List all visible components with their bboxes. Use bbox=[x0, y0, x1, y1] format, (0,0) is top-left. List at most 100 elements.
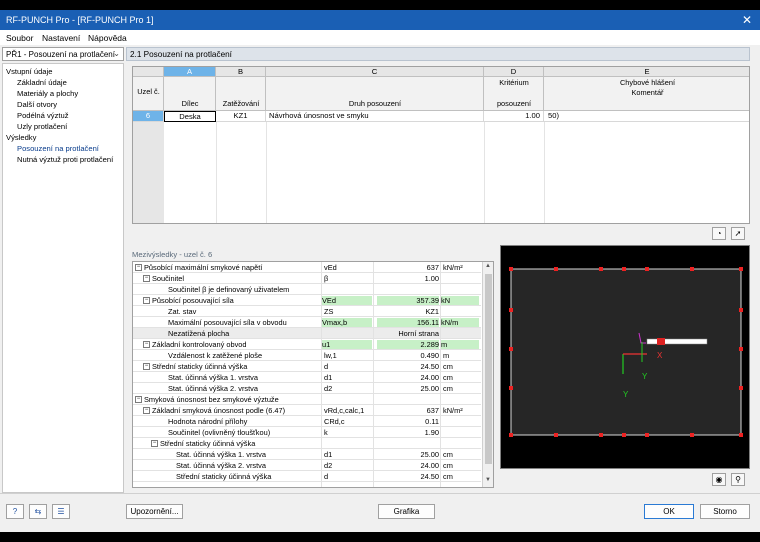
row-criterion[interactable]: 1.00 bbox=[484, 111, 544, 122]
node-label: Uzel č. bbox=[137, 87, 160, 96]
result-row[interactable]: Součinitel (ovlivněný tloušťkou) k 1.90 bbox=[133, 427, 481, 438]
result-unit: cm bbox=[443, 373, 453, 382]
scroll-down-icon[interactable]: ▼ bbox=[485, 477, 491, 483]
result-label: Střední staticky účinná výška bbox=[176, 472, 272, 481]
row-node[interactable]: 6 bbox=[133, 111, 164, 122]
collapse-icon[interactable]: − bbox=[143, 275, 150, 282]
case-selector[interactable]: PŘ1 - Posouzení na protlačení ⌄ bbox=[2, 47, 124, 61]
ok-button[interactable]: OK bbox=[644, 504, 694, 519]
tree-item-materials[interactable]: Materiály a plochy bbox=[17, 89, 78, 98]
tree-item-punching[interactable]: Posouzení na protlačení bbox=[17, 144, 99, 153]
collapse-icon[interactable]: − bbox=[143, 297, 150, 304]
graphic-view[interactable]: Y X Y bbox=[500, 245, 750, 469]
menu-soubor[interactable]: Soubor bbox=[6, 33, 33, 43]
pointer-icon[interactable]: ➚ bbox=[731, 227, 745, 240]
result-value: 637 bbox=[426, 263, 439, 272]
scrollbar-thumb[interactable] bbox=[485, 274, 492, 464]
result-unit: m bbox=[441, 340, 479, 349]
tree-item-required[interactable]: Nutná výztuž proti protlačení bbox=[17, 155, 113, 164]
close-icon[interactable]: ✕ bbox=[742, 13, 752, 27]
collapse-icon[interactable]: − bbox=[151, 440, 158, 447]
result-value: 25.00 bbox=[420, 450, 440, 459]
result-symbol: k bbox=[324, 428, 328, 437]
result-row[interactable]: Zat. stav ZS KZ1 bbox=[133, 306, 481, 317]
help-icon[interactable]: ? bbox=[6, 504, 24, 519]
result-row[interactable]: − Smyková únosnost bez smykové výztuže bbox=[133, 394, 481, 405]
tree-item-input[interactable]: Vstupní údaje bbox=[6, 67, 52, 76]
result-label: Stat. účinná výška 2. vrstva bbox=[168, 384, 258, 393]
warnings-button[interactable]: Upozornění... bbox=[126, 504, 183, 519]
result-row[interactable]: − Základní kontrolovaný obvod u1 2.289 m bbox=[133, 339, 481, 350]
row-loading[interactable]: KZ1 bbox=[216, 111, 266, 122]
eye-icon[interactable]: ◉ bbox=[712, 473, 726, 486]
graphics-button[interactable]: Grafika bbox=[378, 504, 435, 519]
result-value: KZ1 bbox=[425, 307, 439, 316]
result-row[interactable]: Součinitel β je definovaný uživatelem bbox=[133, 284, 481, 295]
result-unit: cm bbox=[443, 461, 453, 470]
result-label: Stat. účinná výška 2. vrstva bbox=[176, 461, 266, 470]
col-header-d[interactable]: D bbox=[484, 67, 544, 77]
tree-item-basic[interactable]: Základní údaje bbox=[17, 78, 67, 87]
tree-item-reinforcement[interactable]: Podélná výztuž bbox=[17, 111, 69, 120]
result-row[interactable]: − Působící posouvající síla VEd 357.39 kN bbox=[133, 295, 481, 306]
axis-label-y2: Y bbox=[642, 372, 648, 381]
scrollbar[interactable]: ▲ ▼ bbox=[482, 262, 493, 487]
result-row[interactable]: Stat. účinná výška 2. vrstva d2 24.00 cm bbox=[133, 460, 481, 471]
result-label: Nezatížená plocha bbox=[168, 329, 230, 338]
row-member[interactable]: Deska bbox=[164, 111, 216, 122]
col-header-e[interactable]: E bbox=[544, 67, 749, 77]
tree-item-results[interactable]: Výsledky bbox=[6, 133, 36, 142]
zoom-icon[interactable]: ⚲ bbox=[731, 473, 745, 486]
result-unit: cm bbox=[443, 384, 453, 393]
row-error[interactable]: 50) bbox=[544, 111, 749, 122]
case-selector-value: PŘ1 - Posouzení na protlačení bbox=[6, 50, 115, 59]
result-row[interactable]: − Střední staticky účinná výška bbox=[133, 438, 481, 449]
collapse-icon[interactable]: − bbox=[143, 341, 150, 348]
collapse-icon[interactable]: − bbox=[143, 363, 150, 370]
criterion-label-1: Kritérium bbox=[499, 78, 529, 87]
result-unit: m bbox=[443, 351, 450, 360]
col-header-a[interactable]: A bbox=[164, 67, 216, 77]
error-label-2: Komentář bbox=[631, 88, 664, 97]
subhdr-c: Druh posouzení bbox=[266, 77, 484, 111]
result-unit: kN/m² bbox=[443, 406, 463, 415]
scroll-up-icon[interactable]: ▲ bbox=[485, 263, 491, 269]
result-label: Působící posouvající síla bbox=[152, 296, 234, 305]
result-value: 24.00 bbox=[420, 373, 440, 382]
result-row[interactable]: Stat. účinná výška 1. vrstva d1 25.00 cm bbox=[133, 449, 481, 460]
result-label: Stat. účinná výška 1. vrstva bbox=[176, 450, 266, 459]
menu-bar: Soubor Nastavení Nápověda bbox=[0, 30, 760, 45]
result-label: Zat. stav bbox=[168, 307, 197, 316]
result-row[interactable]: − Základní smyková únosnost podle (6.47) v… bbox=[133, 405, 481, 416]
row-type[interactable]: Návrhová únosnost ve smyku bbox=[266, 111, 484, 122]
col-header-c[interactable]: C bbox=[266, 67, 484, 77]
col-header-b[interactable]: B bbox=[216, 67, 266, 77]
result-row[interactable]: Stat. účinná výška 2. vrstva d2 25.00 cm bbox=[133, 383, 481, 394]
result-row[interactable]: Vzdálenost k zatěžené ploše lw,1 0.490 m bbox=[133, 350, 481, 361]
result-row[interactable]: Maximální posouvající síla v obvodu Vmax,… bbox=[133, 317, 481, 328]
menu-napoveda[interactable]: Nápověda bbox=[88, 33, 127, 43]
collapse-icon[interactable]: − bbox=[143, 407, 150, 414]
collapse-icon[interactable]: − bbox=[135, 264, 142, 271]
menu-nastaveni[interactable]: Nastavení bbox=[42, 33, 80, 43]
export-icon[interactable]: ⇆ bbox=[29, 504, 47, 519]
tree-item-openings[interactable]: Další otvory bbox=[17, 100, 57, 109]
table-icon[interactable]: ☰ bbox=[52, 504, 70, 519]
result-symbol: d2 bbox=[324, 461, 333, 470]
result-row[interactable]: Střední staticky účinná výška d 24.50 cm bbox=[133, 471, 481, 482]
result-value: 25.00 bbox=[420, 384, 440, 393]
type-label: Druh posouzení bbox=[348, 99, 402, 108]
collapse-icon[interactable]: − bbox=[135, 396, 142, 403]
graphic-canvas bbox=[509, 267, 743, 437]
result-row[interactable]: − Součinitel β 1.00 bbox=[133, 273, 481, 284]
result-row[interactable]: Stat. účinná výška 1. vrstva d1 24.00 cm bbox=[133, 372, 481, 383]
result-row[interactable]: − Působící maximální smykové napětí vEd 637… bbox=[133, 262, 481, 273]
grid-divider bbox=[484, 122, 485, 223]
cancel-button[interactable]: Storno bbox=[700, 504, 750, 519]
result-row[interactable]: − Střední staticky účinná výška d 24.50 cm bbox=[133, 361, 481, 372]
result-row[interactable]: Nezatížená plocha Horní strana bbox=[133, 328, 481, 339]
intermediate-title: Mezivýsledky - uzel č. 6 bbox=[132, 250, 213, 259]
gauge-icon[interactable]: ◔ bbox=[712, 227, 726, 240]
result-row[interactable]: Hodnota národní přílohy CRd,c 0.11 bbox=[133, 416, 481, 427]
tree-item-nodes[interactable]: Uzly protlačení bbox=[17, 122, 67, 131]
